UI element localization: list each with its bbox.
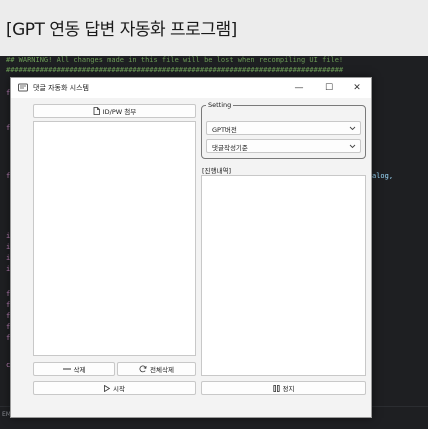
gpt-version-select[interactable]: GPT버전 [206, 121, 361, 135]
chevron-down-icon [349, 126, 356, 131]
chevron-down-icon [349, 144, 356, 149]
account-list[interactable] [33, 121, 196, 356]
stop-button[interactable]: 정지 [201, 381, 366, 395]
banner-title: [GPT 연동 답변 자동화 프로그램] [6, 20, 237, 40]
attach-id-pw-button[interactable]: ID/PW 첨부 [33, 104, 196, 118]
banner: [GPT 연동 답변 자동화 프로그램] [0, 0, 428, 56]
divider-comment-line: ########################################… [6, 66, 344, 74]
progress-log-label: [진행내역] [202, 167, 231, 175]
code-fragment: alog, [372, 172, 394, 180]
minimize-button[interactable]: — [287, 80, 311, 96]
delete-all-button[interactable]: 전체삭제 [117, 362, 196, 376]
close-button[interactable]: ✕ [345, 80, 369, 96]
delete-all-button-label: 전체삭제 [150, 366, 174, 374]
maximize-button[interactable]: ☐ [317, 80, 341, 96]
start-button-label: 시작 [113, 385, 125, 393]
setting-group-label: Setting [206, 101, 234, 109]
comment-criteria-select[interactable]: 댓글작성기준 [206, 139, 361, 153]
play-icon [104, 384, 111, 392]
title-bar[interactable]: 댓글 자동화 시스템 — ☐ ✕ [11, 78, 371, 98]
comment-criteria-value: 댓글작성기준 [212, 144, 248, 152]
delete-button[interactable]: 삭제 [33, 362, 115, 376]
window-title: 댓글 자동화 시스템 [33, 84, 89, 92]
document-icon [93, 107, 100, 115]
start-button[interactable]: 시작 [33, 381, 196, 395]
gpt-version-value: GPT버전 [212, 126, 237, 134]
refresh-icon [139, 365, 147, 373]
attach-button-label: ID/PW 첨부 [102, 108, 137, 116]
delete-button-label: 삭제 [73, 366, 86, 374]
stop-button-label: 정지 [282, 385, 295, 393]
warning-comment-line: ## WARNING! All changes made in this fil… [6, 56, 344, 64]
app-icon [18, 83, 28, 92]
progress-log[interactable] [201, 175, 366, 376]
minus-icon [62, 368, 71, 370]
app-window: 댓글 자동화 시스템 — ☐ ✕ ID/PW 첨부 삭제 전체삭제 시작 Set… [10, 77, 372, 418]
pause-icon [272, 384, 280, 392]
setting-group: Setting GPT버전 댓글작성기준 [201, 101, 366, 159]
